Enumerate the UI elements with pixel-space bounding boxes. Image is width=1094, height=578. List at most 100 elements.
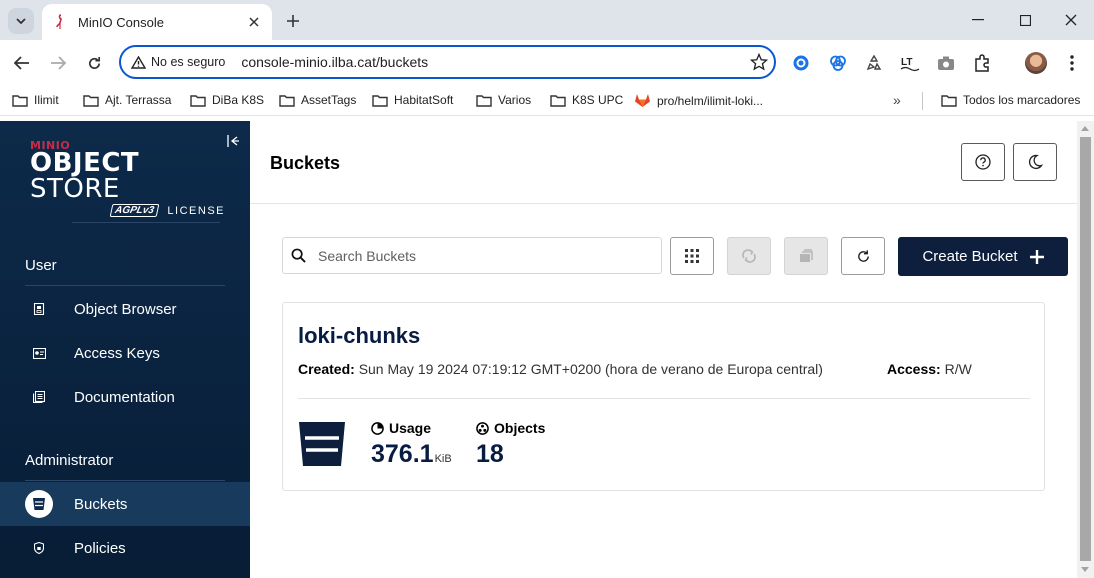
extension-rings-icon[interactable] — [826, 51, 850, 75]
forward-button[interactable] — [44, 49, 72, 77]
scroll-thumb[interactable] — [1080, 137, 1091, 561]
arrow-left-icon — [14, 56, 29, 70]
security-warning[interactable]: No es seguro — [131, 55, 225, 69]
replication-icon — [742, 249, 756, 263]
bucket-access: Access: R/W — [887, 361, 972, 377]
plus-icon — [287, 15, 299, 27]
collapse-sidebar-icon[interactable] — [225, 133, 241, 149]
folder-icon — [476, 94, 492, 107]
select-view-button[interactable] — [670, 237, 714, 275]
profile-avatar[interactable] — [1025, 52, 1047, 74]
extension-blue-circle-icon[interactable] — [789, 51, 813, 75]
tab-title: MinIO Console — [78, 14, 164, 30]
section-user: User — [25, 257, 57, 274]
create-bucket-button[interactable]: Create Bucket — [898, 237, 1068, 276]
back-button[interactable] — [8, 49, 36, 77]
extension-camera-icon[interactable] — [934, 51, 958, 75]
bookmark-link[interactable]: pro/helm/ilimit-loki... — [634, 93, 763, 108]
url-text[interactable]: console-minio.ilba.cat/buckets — [241, 54, 744, 70]
bucket-created: Created: Sun May 19 2024 07:19:12 GMT+02… — [298, 361, 823, 377]
license-label: LICENSE — [167, 204, 225, 217]
scroll-down-arrow[interactable] — [1081, 567, 1089, 572]
product-name: OBJECT STORE — [30, 148, 140, 204]
bookmark-folder[interactable]: DiBa K8S — [190, 93, 264, 107]
tab-search-button[interactable] — [8, 8, 34, 34]
folder-icon — [83, 94, 99, 107]
replication-button[interactable] — [727, 237, 771, 275]
bucket-card[interactable]: loki-chunks Created: Sun May 19 2024 07:… — [282, 302, 1045, 491]
extension-languagetool-icon[interactable]: LT — [898, 51, 922, 75]
security-label: No es seguro — [151, 55, 226, 69]
sidebar-item-policies[interactable]: Policies — [0, 526, 250, 570]
sidebar-item-access-keys[interactable]: Access Keys — [0, 331, 250, 375]
sidebar-item-documentation[interactable]: Documentation — [0, 375, 250, 419]
minio-logo: MINIO OBJECT STORE AGPLv3 LICENSE — [30, 139, 225, 217]
main-content: Buckets Create Bucket loki-chunks Create… — [250, 121, 1077, 578]
scroll-up-arrow[interactable] — [1081, 126, 1089, 131]
maximize-button[interactable] — [1002, 0, 1048, 40]
sidebar-item-buckets[interactable]: Buckets — [0, 482, 250, 526]
bookmark-star-icon[interactable] — [744, 53, 774, 71]
bookmarks-bar: Ilimit Ajt. Terrassa DiBa K8S AssetTags … — [0, 86, 1094, 116]
folder-icon — [550, 94, 566, 107]
sidebar: MINIO OBJECT STORE AGPLv3 LICENSE User O… — [0, 121, 250, 578]
folder-icon — [941, 94, 957, 107]
browser-menu-icon[interactable] — [1062, 51, 1082, 75]
browser-toolbar: No es seguro console-minio.ilba.cat/buck… — [0, 40, 1094, 86]
policies-icon — [25, 534, 53, 562]
gitlab-icon — [635, 94, 650, 107]
folder-icon — [279, 94, 295, 107]
warning-triangle-icon — [131, 55, 146, 69]
pie-chart-icon — [371, 421, 384, 435]
page-header: Buckets — [250, 121, 1077, 204]
usage-value: 376.1KiB — [371, 440, 452, 468]
bookmark-folder[interactable]: Ilimit — [12, 93, 59, 107]
bookmark-folder[interactable]: HabitatSoft — [372, 93, 453, 107]
reload-icon — [88, 56, 100, 69]
bookmark-folder[interactable]: Varios — [476, 93, 531, 107]
browser-tab[interactable]: MinIO Console — [42, 4, 272, 40]
bookmarks-overflow-button[interactable]: » — [893, 92, 901, 108]
bucket-large-icon — [298, 420, 346, 468]
section-divider — [25, 480, 225, 481]
help-button[interactable] — [961, 143, 1005, 181]
plus-icon — [1029, 249, 1044, 264]
reload-button[interactable] — [80, 49, 108, 77]
lifecycle-button[interactable] — [784, 237, 828, 275]
address-bar[interactable]: No es seguro console-minio.ilba.cat/buck… — [119, 45, 776, 79]
documentation-icon — [25, 383, 53, 411]
minimize-button[interactable] — [955, 0, 1001, 40]
usage-stat: Usage 376.1KiB — [371, 420, 452, 468]
extensions-puzzle-icon[interactable] — [970, 51, 994, 75]
section-administrator: Administrator — [25, 452, 114, 469]
refresh-button[interactable] — [841, 237, 885, 275]
bookmark-folder[interactable]: K8S UPC — [550, 93, 623, 107]
theme-toggle-button[interactable] — [1013, 143, 1057, 181]
refresh-icon — [857, 249, 869, 262]
bucket-name[interactable]: loki-chunks — [298, 323, 420, 349]
search-icon — [291, 248, 306, 263]
chevron-down-icon — [16, 18, 26, 24]
access-keys-icon — [25, 339, 53, 367]
objects-stat: Objects 18 — [476, 420, 546, 468]
svg-text:LT: LT — [901, 57, 912, 68]
arrow-right-icon — [51, 56, 66, 70]
layers-icon — [800, 249, 813, 262]
card-divider — [298, 398, 1030, 399]
all-bookmarks-folder[interactable]: Todos los marcadores — [941, 93, 1080, 107]
objects-icon — [476, 421, 489, 435]
close-window-button[interactable] — [1048, 0, 1094, 40]
search-input[interactable] — [318, 247, 638, 264]
new-tab-button[interactable] — [280, 8, 306, 34]
bookmark-folder[interactable]: AssetTags — [279, 93, 356, 107]
search-buckets[interactable] — [282, 237, 662, 274]
page-scrollbar[interactable] — [1077, 121, 1094, 578]
bookmark-folder[interactable]: Ajt. Terrassa — [83, 93, 171, 107]
close-tab-icon[interactable] — [246, 14, 262, 30]
sidebar-item-object-browser[interactable]: Object Browser — [0, 287, 250, 331]
extension-recycle-icon[interactable] — [862, 51, 886, 75]
logo-divider — [72, 222, 220, 223]
page-title: Buckets — [270, 153, 341, 173]
folder-icon — [12, 94, 28, 107]
minio-flamingo-icon — [52, 14, 68, 30]
